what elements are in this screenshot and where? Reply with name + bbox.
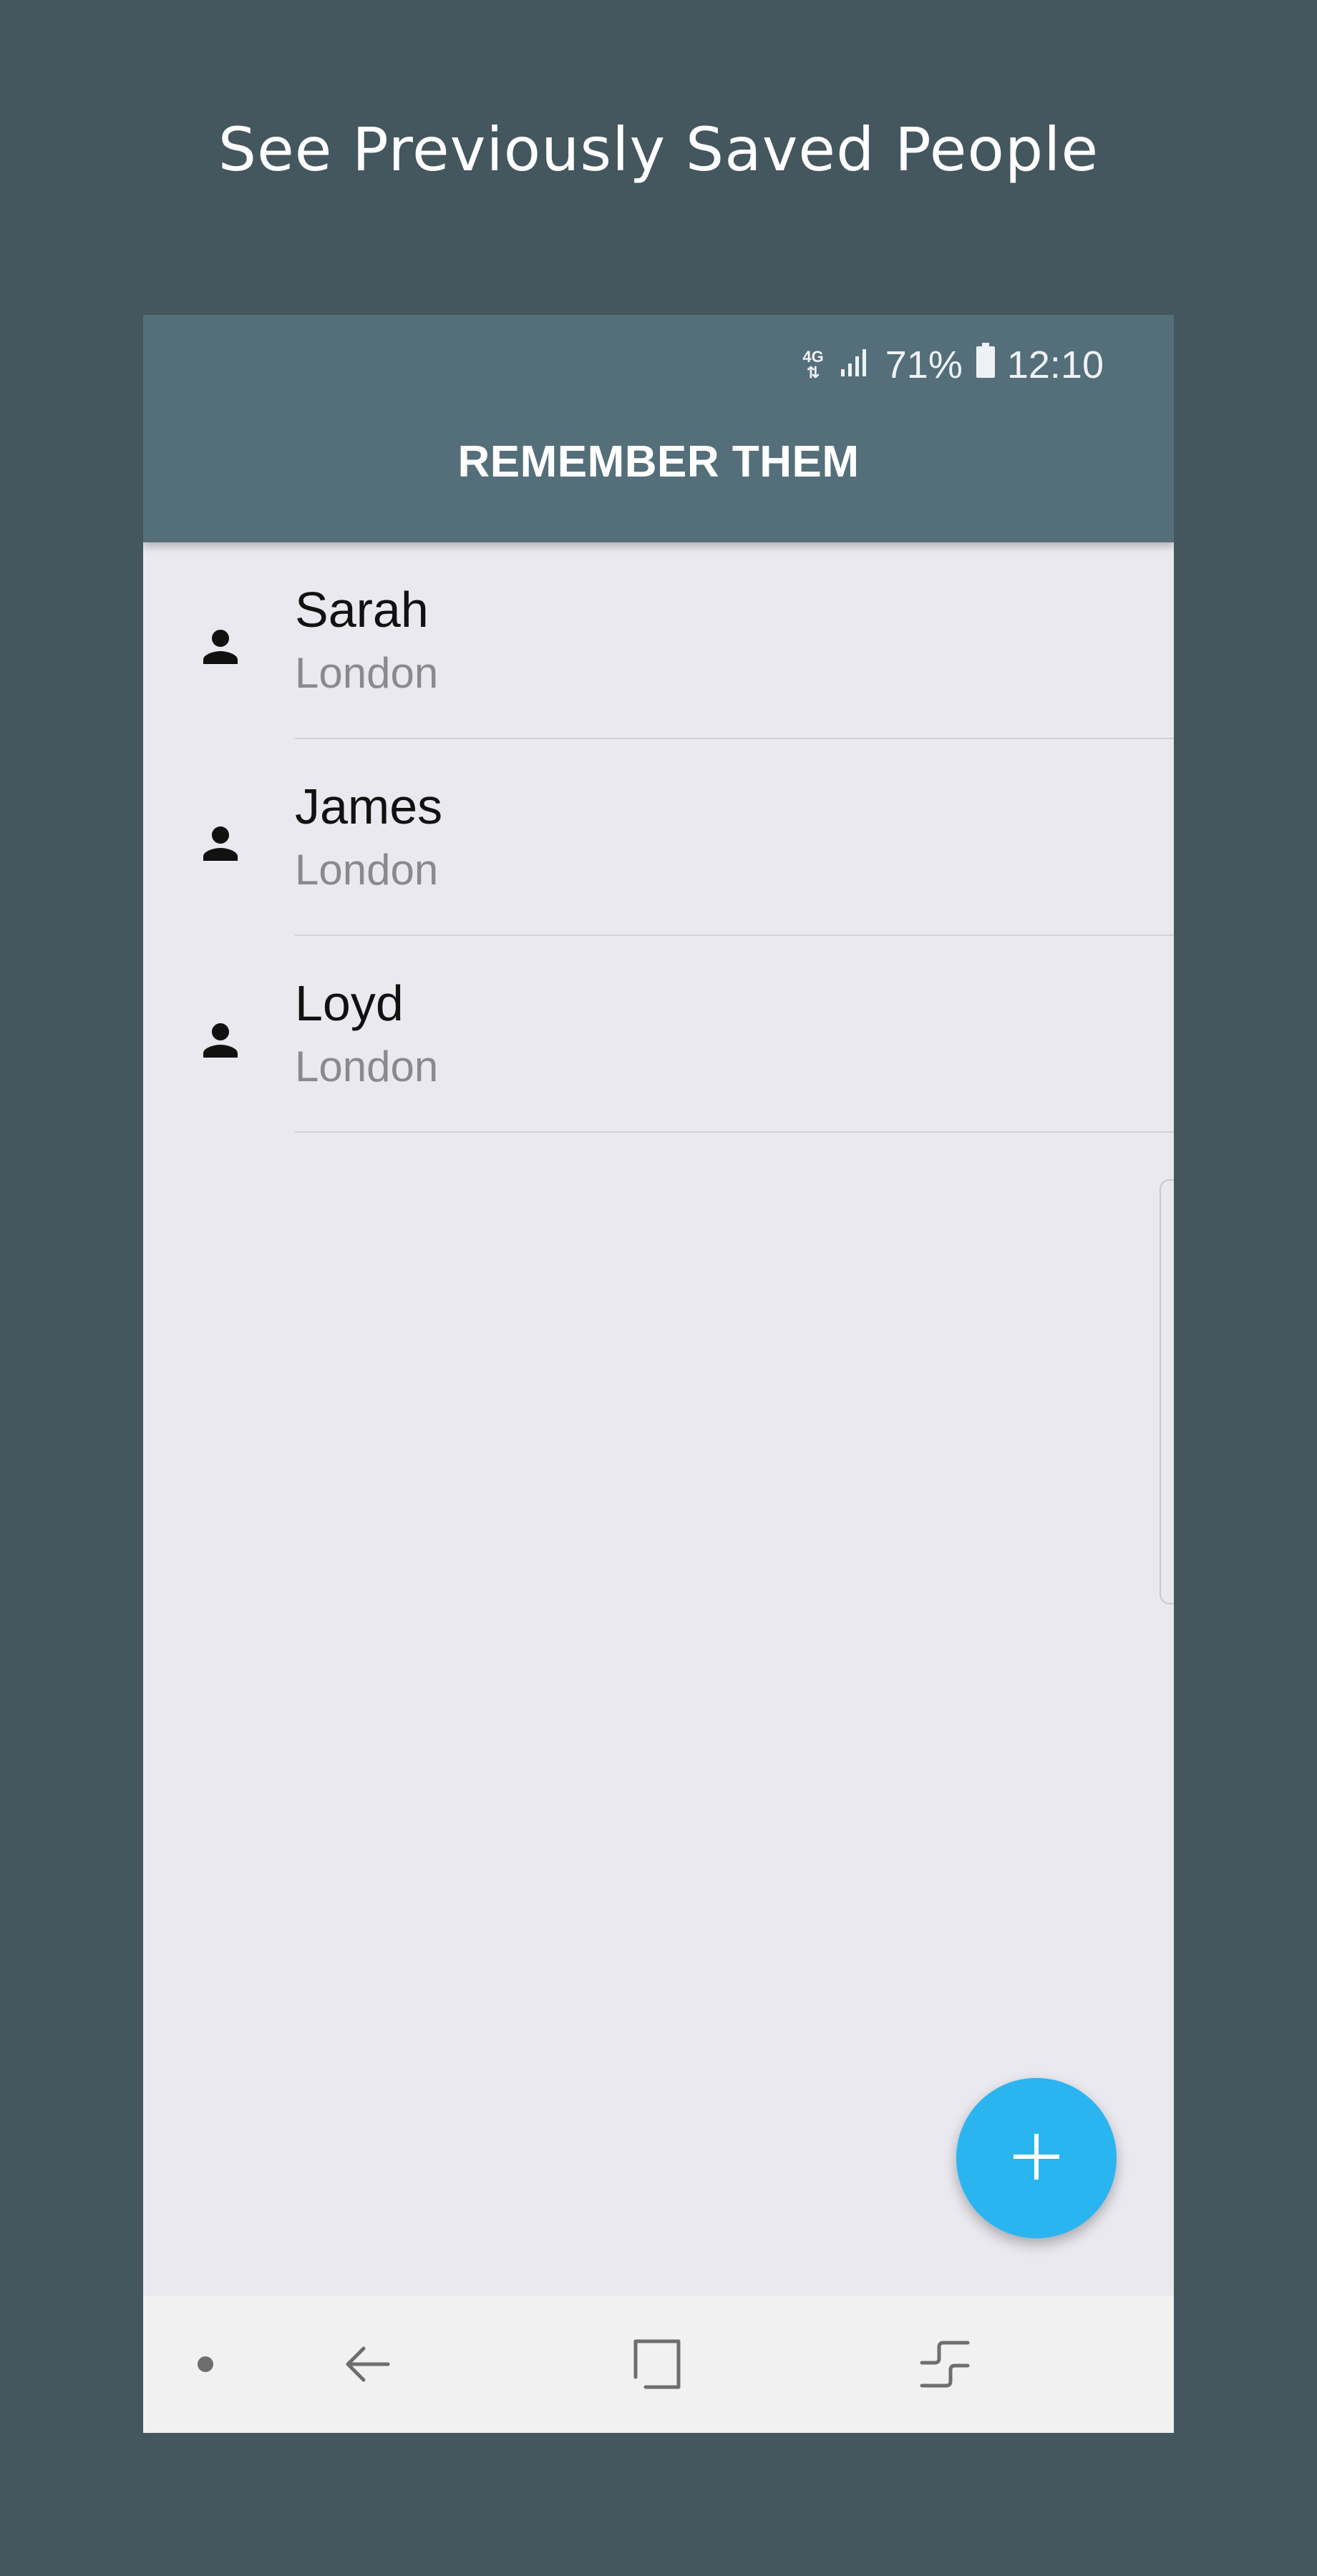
person-city: London (295, 1043, 439, 1091)
status-bar: 4G ⇅ 71% 12:10 (802, 329, 1104, 401)
dot-icon[interactable] (174, 2333, 237, 2396)
list-item[interactable]: James London (143, 739, 1174, 936)
person-city: London (295, 846, 439, 894)
list-item[interactable]: Sarah London (143, 542, 1174, 739)
battery-percent: 71% (885, 343, 963, 386)
person-name: James (295, 779, 443, 834)
network-4g-icon: 4G ⇅ (802, 349, 823, 381)
plus-icon (1008, 2128, 1065, 2189)
edge-panel-handle[interactable] (1160, 1179, 1174, 1604)
data-arrows-icon: ⇅ (806, 364, 820, 381)
network-type-label: 4G (802, 348, 824, 366)
status-time: 12:10 (1006, 343, 1104, 386)
add-person-button[interactable] (956, 2078, 1117, 2238)
navigation-bar (143, 2296, 1174, 2433)
person-icon (195, 1015, 246, 1066)
person-name: Sarah (295, 582, 429, 638)
back-icon[interactable] (336, 2333, 399, 2396)
battery-icon (976, 342, 996, 388)
app-bar: 4G ⇅ 71% 12:10 REMEMBER THEM (143, 315, 1174, 542)
people-list: Sarah London James London Loyd London (143, 542, 1174, 1133)
home-icon[interactable] (626, 2333, 689, 2396)
person-name: Loyd (295, 975, 404, 1031)
divider (295, 1131, 1174, 1133)
person-icon (195, 621, 246, 673)
recents-icon[interactable] (913, 2333, 976, 2396)
app-title: REMEMBER THEM (457, 437, 860, 487)
person-city: London (295, 649, 439, 697)
promo-heading: See Previously Saved People (218, 114, 1099, 185)
phone-screen: 4G ⇅ 71% 12:10 REMEMBER THEM Sarah Londo… (143, 315, 1174, 2433)
list-item[interactable]: Loyd London (143, 936, 1174, 1133)
signal-icon (840, 343, 868, 387)
person-icon (195, 818, 246, 869)
